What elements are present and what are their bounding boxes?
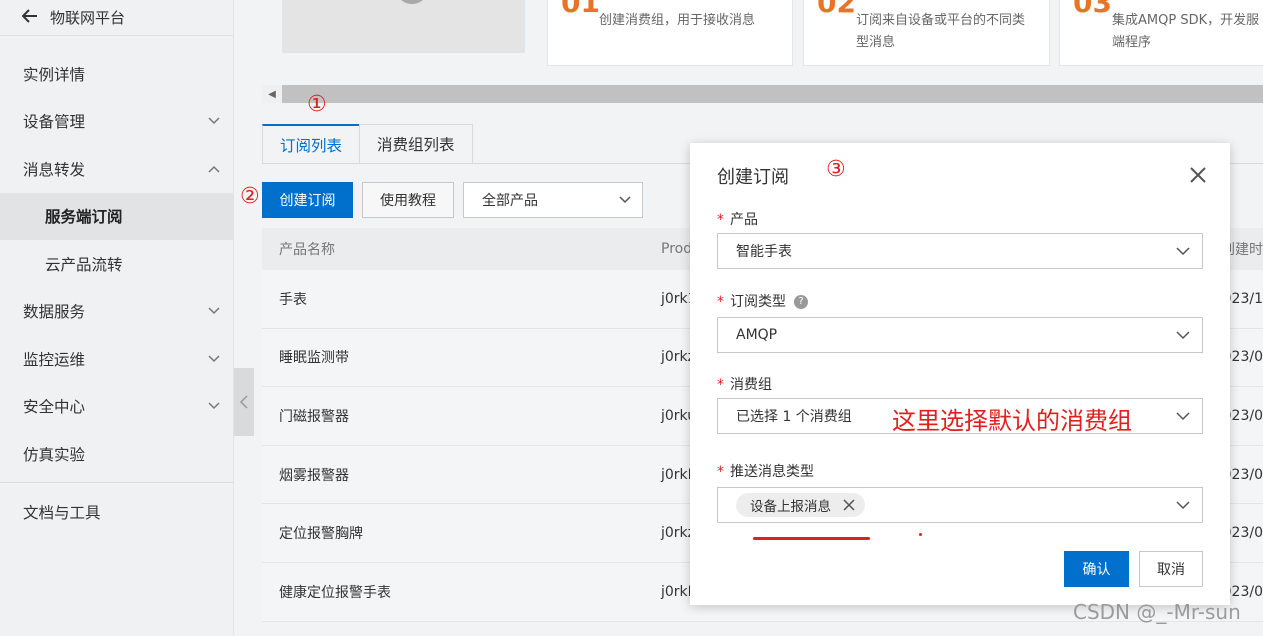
sidebar-item-label: 安全中心 — [23, 398, 86, 417]
step-number: 01 — [561, 0, 600, 19]
step-text: 创建消费组，用于接收消息 — [599, 13, 756, 28]
chevron-down-icon — [208, 307, 220, 315]
chevron-left-icon — [239, 395, 248, 409]
sidebar-item-label: 监控运维 — [23, 350, 86, 369]
create-subscription-dialog: 创建订阅 ③ * 产品 智能手表 * 订阅类型? AMQP * 消费组 已选择 1 个… — [690, 143, 1230, 605]
cell-product-name: 烟雾报警器 — [279, 467, 349, 484]
subscription-type-label: * 订阅类型? — [717, 291, 808, 311]
help-icon[interactable]: ? — [794, 295, 808, 309]
sidebar-item-docs-tools[interactable]: 文档与工具 — [0, 489, 233, 537]
sidebar-item-label: 服务端订阅 — [45, 208, 123, 227]
annotation-1: ① — [307, 92, 327, 117]
cell-product-name: 健康定位报警手表 — [279, 584, 391, 601]
dialog-title: 创建订阅 — [717, 167, 789, 188]
cell-product-name: 睡眠监测带 — [279, 350, 349, 367]
product-select-value: 智能手表 — [736, 244, 792, 260]
sidebar-item-instance-detail[interactable]: 实例详情 — [0, 50, 233, 98]
back-to-platform[interactable]: 物联网平台 — [0, 0, 233, 36]
selected-tag: 设备上报消息 — [736, 493, 865, 517]
step-card-3: 03 集成AMQP SDK，开发服 端程序 — [1059, 0, 1263, 66]
sidebar-item-message-forwarding[interactable]: 消息转发 — [0, 145, 233, 193]
product-filter-value: 全部产品 — [482, 193, 538, 209]
chevron-down-icon — [1176, 412, 1190, 421]
tag-label: 设备上报消息 — [750, 499, 831, 515]
sidebar-item-label: 实例详情 — [23, 65, 86, 84]
cell-product-name: 手表 — [279, 291, 307, 308]
step-number: 02 — [817, 0, 856, 19]
product-select[interactable]: 智能手表 — [717, 233, 1203, 269]
annotation-note: 这里选择默认的消费组 — [892, 407, 1132, 435]
sidebar-item-cloud-product-flow[interactable]: 云产品流转 — [0, 240, 233, 288]
sidebar-item-label: 仿真实验 — [23, 445, 86, 464]
annotation-underline — [753, 537, 870, 540]
chevron-down-icon — [619, 196, 631, 204]
chevron-down-icon — [208, 355, 220, 362]
platform-title: 物联网平台 — [50, 9, 126, 27]
sidebar-item-security-center[interactable]: 安全中心 — [0, 383, 233, 431]
subscription-type-value: AMQP — [736, 327, 778, 343]
chevron-down-icon — [1176, 331, 1190, 340]
annotation-dot — [919, 533, 922, 536]
sidebar-item-label: 数据服务 — [23, 303, 86, 322]
scroll-left-icon[interactable]: ◀ — [262, 85, 282, 103]
chevron-down-icon — [208, 117, 220, 125]
step-card-1: 01 创建消费组，用于接收消息 — [547, 0, 793, 66]
sidebar-item-monitoring[interactable]: 监控运维 — [0, 335, 233, 383]
step-number: 03 — [1073, 0, 1112, 19]
close-icon[interactable] — [1188, 165, 1208, 185]
sidebar-item-simulation[interactable]: 仿真实验 — [0, 430, 233, 478]
arrow-left-icon[interactable] — [21, 8, 38, 27]
required-mark: * — [717, 377, 724, 393]
sidebar-divider — [0, 481, 233, 483]
sidebar-item-label: 消息转发 — [23, 160, 86, 179]
chevron-down-icon — [1176, 247, 1190, 256]
push-message-type-label: * 推送消息类型 — [717, 464, 814, 480]
required-mark: * — [717, 294, 724, 310]
required-mark: * — [717, 212, 724, 228]
subscription-type-select[interactable]: AMQP — [717, 317, 1203, 353]
sidebar-item-label: 文档与工具 — [23, 504, 101, 523]
consumer-group-value: 已选择 1 个消费组 — [736, 409, 852, 425]
sidebar-item-label: 云产品流转 — [45, 255, 123, 274]
chevron-down-icon — [1176, 501, 1190, 510]
product-filter-select[interactable]: 全部产品 — [463, 182, 643, 218]
sidebar: 物联网平台 实例详情 设备管理 消息转发 服务端订阅 云产品流转 数据服务 监控… — [0, 0, 234, 636]
sidebar-item-label: 设备管理 — [23, 113, 86, 132]
annotation-2: ② — [240, 184, 260, 209]
step-card-2: 02 订阅来自设备或平台的不同类 型消息 — [803, 0, 1050, 66]
tab-consumer-group-list[interactable]: 消费组列表 — [359, 124, 473, 164]
chevron-up-icon — [208, 165, 220, 173]
tab-bar: 订阅列表 消费组列表 — [262, 124, 473, 164]
sidebar-item-device-management[interactable]: 设备管理 — [0, 98, 233, 146]
sidebar-collapse-handle[interactable] — [234, 368, 254, 436]
remove-tag-icon[interactable] — [843, 499, 855, 511]
tutorial-button[interactable]: 使用教程 — [362, 182, 454, 218]
required-mark: * — [717, 464, 724, 480]
cell-product-name: 门磁报警器 — [279, 408, 349, 425]
chevron-down-icon — [208, 402, 220, 410]
confirm-button[interactable]: 确认 — [1064, 551, 1129, 587]
tab-subscription-list[interactable]: 订阅列表 — [262, 124, 361, 164]
header-product-name: 产品名称 — [279, 242, 335, 258]
cancel-button[interactable]: 取消 — [1139, 551, 1203, 587]
create-subscription-button[interactable]: 创建订阅 — [262, 182, 353, 218]
cell-product-name: 定位报警胸牌 — [279, 526, 363, 543]
sidebar-item-data-service[interactable]: 数据服务 — [0, 288, 233, 336]
sidebar-item-server-subscription[interactable]: 服务端订阅 — [0, 192, 233, 240]
steps-area: 01 创建消费组，用于接收消息 02 订阅来自设备或平台的不同类 型消息 03 集… — [262, 0, 1263, 80]
consumer-group-label: * 消费组 — [717, 377, 772, 393]
push-message-type-select[interactable]: 设备上报消息 — [717, 487, 1203, 523]
illustration-placeholder — [282, 0, 525, 53]
product-label: * 产品 — [717, 212, 758, 228]
watermark: CSDN @_-Mr-sun — [1073, 600, 1241, 624]
horizontal-scrollbar[interactable]: ◀ — [262, 85, 1263, 103]
step-text: 订阅来自设备或平台的不同类 型消息 — [856, 13, 1026, 50]
illustration-shape — [397, 0, 427, 4]
annotation-3: ③ — [826, 157, 846, 182]
step-text: 集成AMQP SDK，开发服 端程序 — [1112, 13, 1260, 50]
